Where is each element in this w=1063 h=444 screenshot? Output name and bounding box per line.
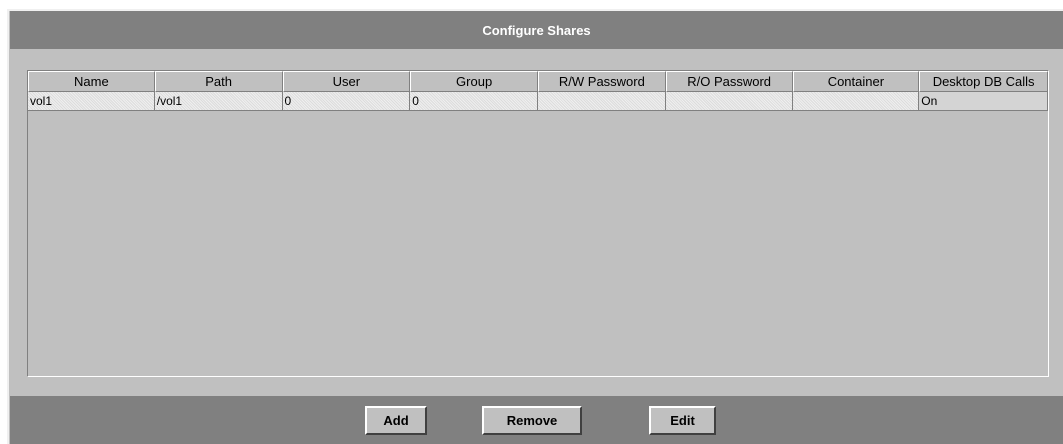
table-header-row: Name Path User Group R/W Password R/O Pa… bbox=[28, 71, 1048, 92]
column-header-container[interactable]: Container bbox=[792, 71, 920, 92]
cell-user[interactable]: 0 bbox=[282, 92, 411, 111]
column-header-rw-password[interactable]: R/W Password bbox=[538, 71, 666, 92]
column-header-name[interactable]: Name bbox=[28, 71, 155, 92]
column-header-desktop-db-calls[interactable]: Desktop DB Calls bbox=[919, 71, 1048, 92]
edit-button[interactable]: Edit bbox=[649, 406, 716, 435]
cell-rw-password[interactable] bbox=[538, 92, 666, 111]
cell-desktop-db-calls[interactable]: On bbox=[919, 92, 1048, 111]
cell-name[interactable]: vol1 bbox=[28, 92, 155, 111]
table-row[interactable]: vol1 /vol1 0 0 On bbox=[28, 92, 1048, 111]
add-button[interactable]: Add bbox=[365, 406, 427, 435]
cell-group[interactable]: 0 bbox=[410, 92, 538, 111]
column-header-ro-password[interactable]: R/O Password bbox=[665, 71, 793, 92]
column-header-user[interactable]: User bbox=[282, 71, 411, 92]
column-header-path[interactable]: Path bbox=[154, 71, 283, 92]
shares-table[interactable]: Name Path User Group R/W Password R/O Pa… bbox=[27, 70, 1049, 377]
title-bar: Configure Shares bbox=[10, 11, 1063, 49]
cell-ro-password[interactable] bbox=[665, 92, 793, 111]
cell-path[interactable]: /vol1 bbox=[154, 92, 283, 111]
column-header-group[interactable]: Group bbox=[410, 71, 538, 92]
cell-container[interactable] bbox=[792, 92, 920, 111]
dialog-title: Configure Shares bbox=[482, 22, 591, 38]
remove-button[interactable]: Remove bbox=[482, 406, 582, 435]
